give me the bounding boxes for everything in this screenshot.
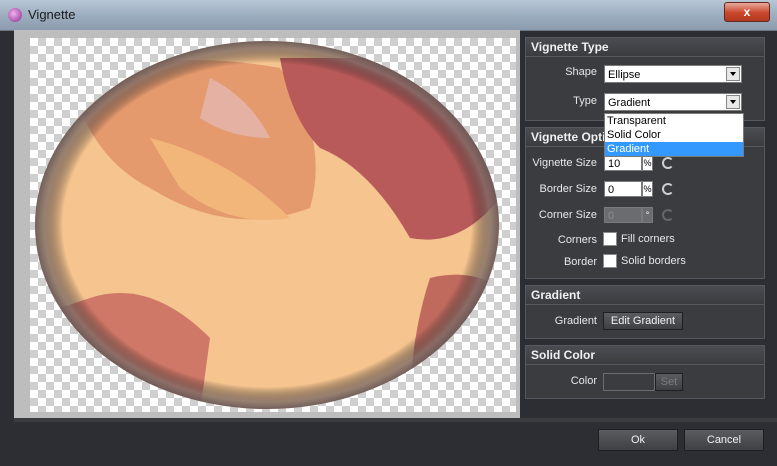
reset-icon[interactable] xyxy=(662,157,674,169)
vignette-preview-image xyxy=(35,41,499,409)
color-swatch[interactable] xyxy=(603,373,655,391)
reset-icon[interactable] xyxy=(662,209,674,221)
border-size-label: Border Size xyxy=(539,183,597,195)
shape-select[interactable]: Ellipse xyxy=(604,65,742,83)
solid-borders-checkbox[interactable] xyxy=(603,254,617,268)
type-select-value: Gradient xyxy=(608,97,651,109)
set-color-button[interactable]: Set xyxy=(655,373,683,391)
chevron-down-icon xyxy=(726,95,740,109)
app-icon xyxy=(8,8,22,22)
type-select[interactable]: Gradient xyxy=(604,93,742,111)
edit-gradient-button[interactable]: Edit Gradient xyxy=(603,312,683,330)
type-option-solid-color[interactable]: Solid Color xyxy=(605,128,743,142)
vignette-size-label: Vignette Size xyxy=(532,157,597,169)
title-bar: Vignette x xyxy=(0,0,777,31)
type-dropdown-list[interactable]: Transparent Solid Color Gradient xyxy=(604,113,744,157)
border-size-unit: % xyxy=(642,181,653,197)
border-label: Border xyxy=(563,256,597,268)
window-title: Vignette xyxy=(28,7,76,22)
color-label: Color xyxy=(570,375,597,387)
corner-size-input[interactable]: 0 xyxy=(604,207,642,223)
footer-divider xyxy=(14,418,777,422)
gradient-label: Gradient xyxy=(554,315,597,327)
solid-color-header: Solid Color xyxy=(526,346,764,365)
vignette-type-header: Vignette Type xyxy=(526,38,764,57)
corner-size-unit: ° xyxy=(642,207,653,223)
shape-select-value: Ellipse xyxy=(608,69,641,81)
vignette-size-unit: % xyxy=(642,155,653,171)
corner-size-label: Corner Size xyxy=(538,209,597,221)
preview-canvas[interactable] xyxy=(30,38,516,412)
reset-icon[interactable] xyxy=(662,183,674,195)
corners-label: Corners xyxy=(557,234,597,246)
chevron-down-icon xyxy=(726,67,740,81)
close-button[interactable]: x xyxy=(724,2,770,22)
ok-button[interactable]: Ok xyxy=(598,429,678,451)
vignette-size-input[interactable]: 10 xyxy=(604,155,642,171)
type-option-gradient[interactable]: Gradient xyxy=(605,142,743,156)
type-label: Type xyxy=(573,95,597,107)
solid-borders-label: Solid borders xyxy=(621,255,686,267)
type-option-transparent[interactable]: Transparent xyxy=(605,114,743,128)
cancel-button[interactable]: Cancel xyxy=(684,429,764,451)
gradient-header: Gradient xyxy=(526,286,764,305)
border-size-input[interactable]: 0 xyxy=(604,181,642,197)
shape-label: Shape xyxy=(565,66,597,78)
fill-corners-label: Fill corners xyxy=(621,233,675,245)
fill-corners-checkbox[interactable] xyxy=(603,232,617,246)
